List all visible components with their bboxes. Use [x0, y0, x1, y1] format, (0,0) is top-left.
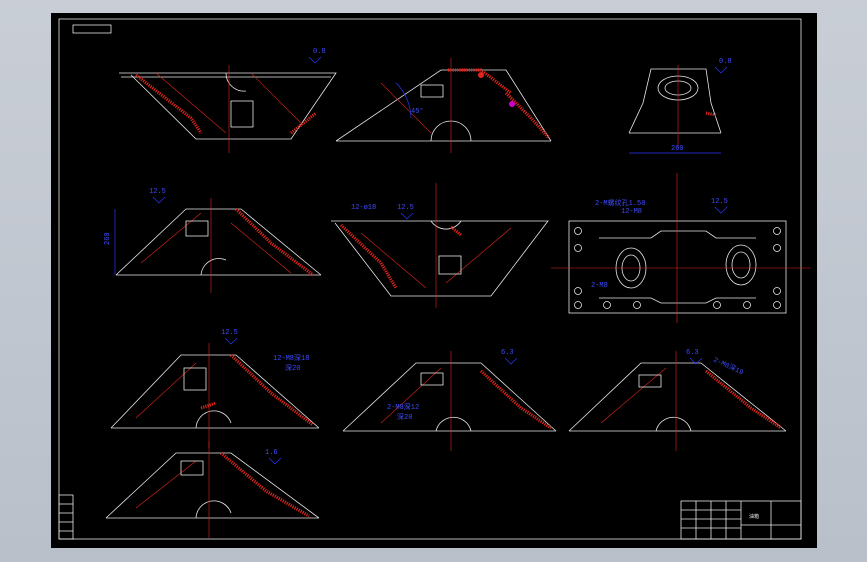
view-6-note-3: 2-M8 [591, 282, 608, 290]
view-10: 1.6 [105, 441, 320, 538]
view-4-dim: 260 [104, 232, 112, 245]
view-6-note-2: 12-M8 [621, 208, 642, 216]
view-9-roughness: 6.3 [686, 349, 699, 357]
corner-label-box [72, 24, 112, 34]
view-5-roughness: 12.5 [397, 204, 414, 212]
title-block-title: 油箱 [749, 513, 759, 520]
view-9: 2-M8深19 6.3 [568, 349, 787, 451]
view-1-roughness: 0.8 [313, 48, 326, 56]
view-7-sub: 深20 [285, 363, 300, 373]
view-8-note: 2-M8深12 [387, 402, 419, 412]
view-6-note: 2-M螺纹孔1.50 [595, 198, 645, 208]
view-1: 0.8 [119, 48, 337, 153]
view-8: 2-M8深12 深20 6.3 [342, 349, 557, 451]
view-3-dim: 260 [671, 145, 684, 153]
view-9-note: 2-M8深19 [712, 355, 745, 378]
view-4-roughness: 12.5 [149, 188, 166, 196]
view-5: 12-ø18 12.5 [331, 183, 549, 308]
view-8-sub: 深20 [397, 412, 412, 422]
view-8-roughness: 6.3 [501, 349, 514, 357]
view-7-note: 12-M8深18 [273, 353, 309, 363]
view-3: 260 0.8 [628, 58, 732, 154]
view-10-roughness: 1.6 [265, 449, 278, 457]
view-2-angle: 45° [411, 107, 424, 116]
view-5-note: 12-ø18 [351, 204, 376, 212]
revision-strip [58, 494, 74, 540]
title-block: 油箱 [680, 500, 802, 540]
view-2: 45° [335, 58, 552, 153]
drawing-sheet: 0.8 45° 260 0.8 260 12.5 12-ø18 12.5 2-M… [51, 13, 817, 548]
drawing-canvas: 0.8 45° 260 0.8 260 12.5 12-ø18 12.5 2-M… [58, 18, 811, 540]
view-7: 12-M8深18 深20 12.5 [110, 329, 320, 448]
view-3-roughness: 0.8 [719, 58, 732, 66]
view-6: 2-M螺纹孔1.50 12-M8 2-M8 12.5 [551, 173, 811, 323]
view-7-roughness: 12.5 [221, 329, 238, 337]
cad-viewport: 0.8 45° 260 0.8 260 12.5 12-ø18 12.5 2-M… [0, 0, 867, 562]
view-6-roughness: 12.5 [711, 198, 728, 206]
view-4: 260 12.5 [104, 188, 322, 293]
